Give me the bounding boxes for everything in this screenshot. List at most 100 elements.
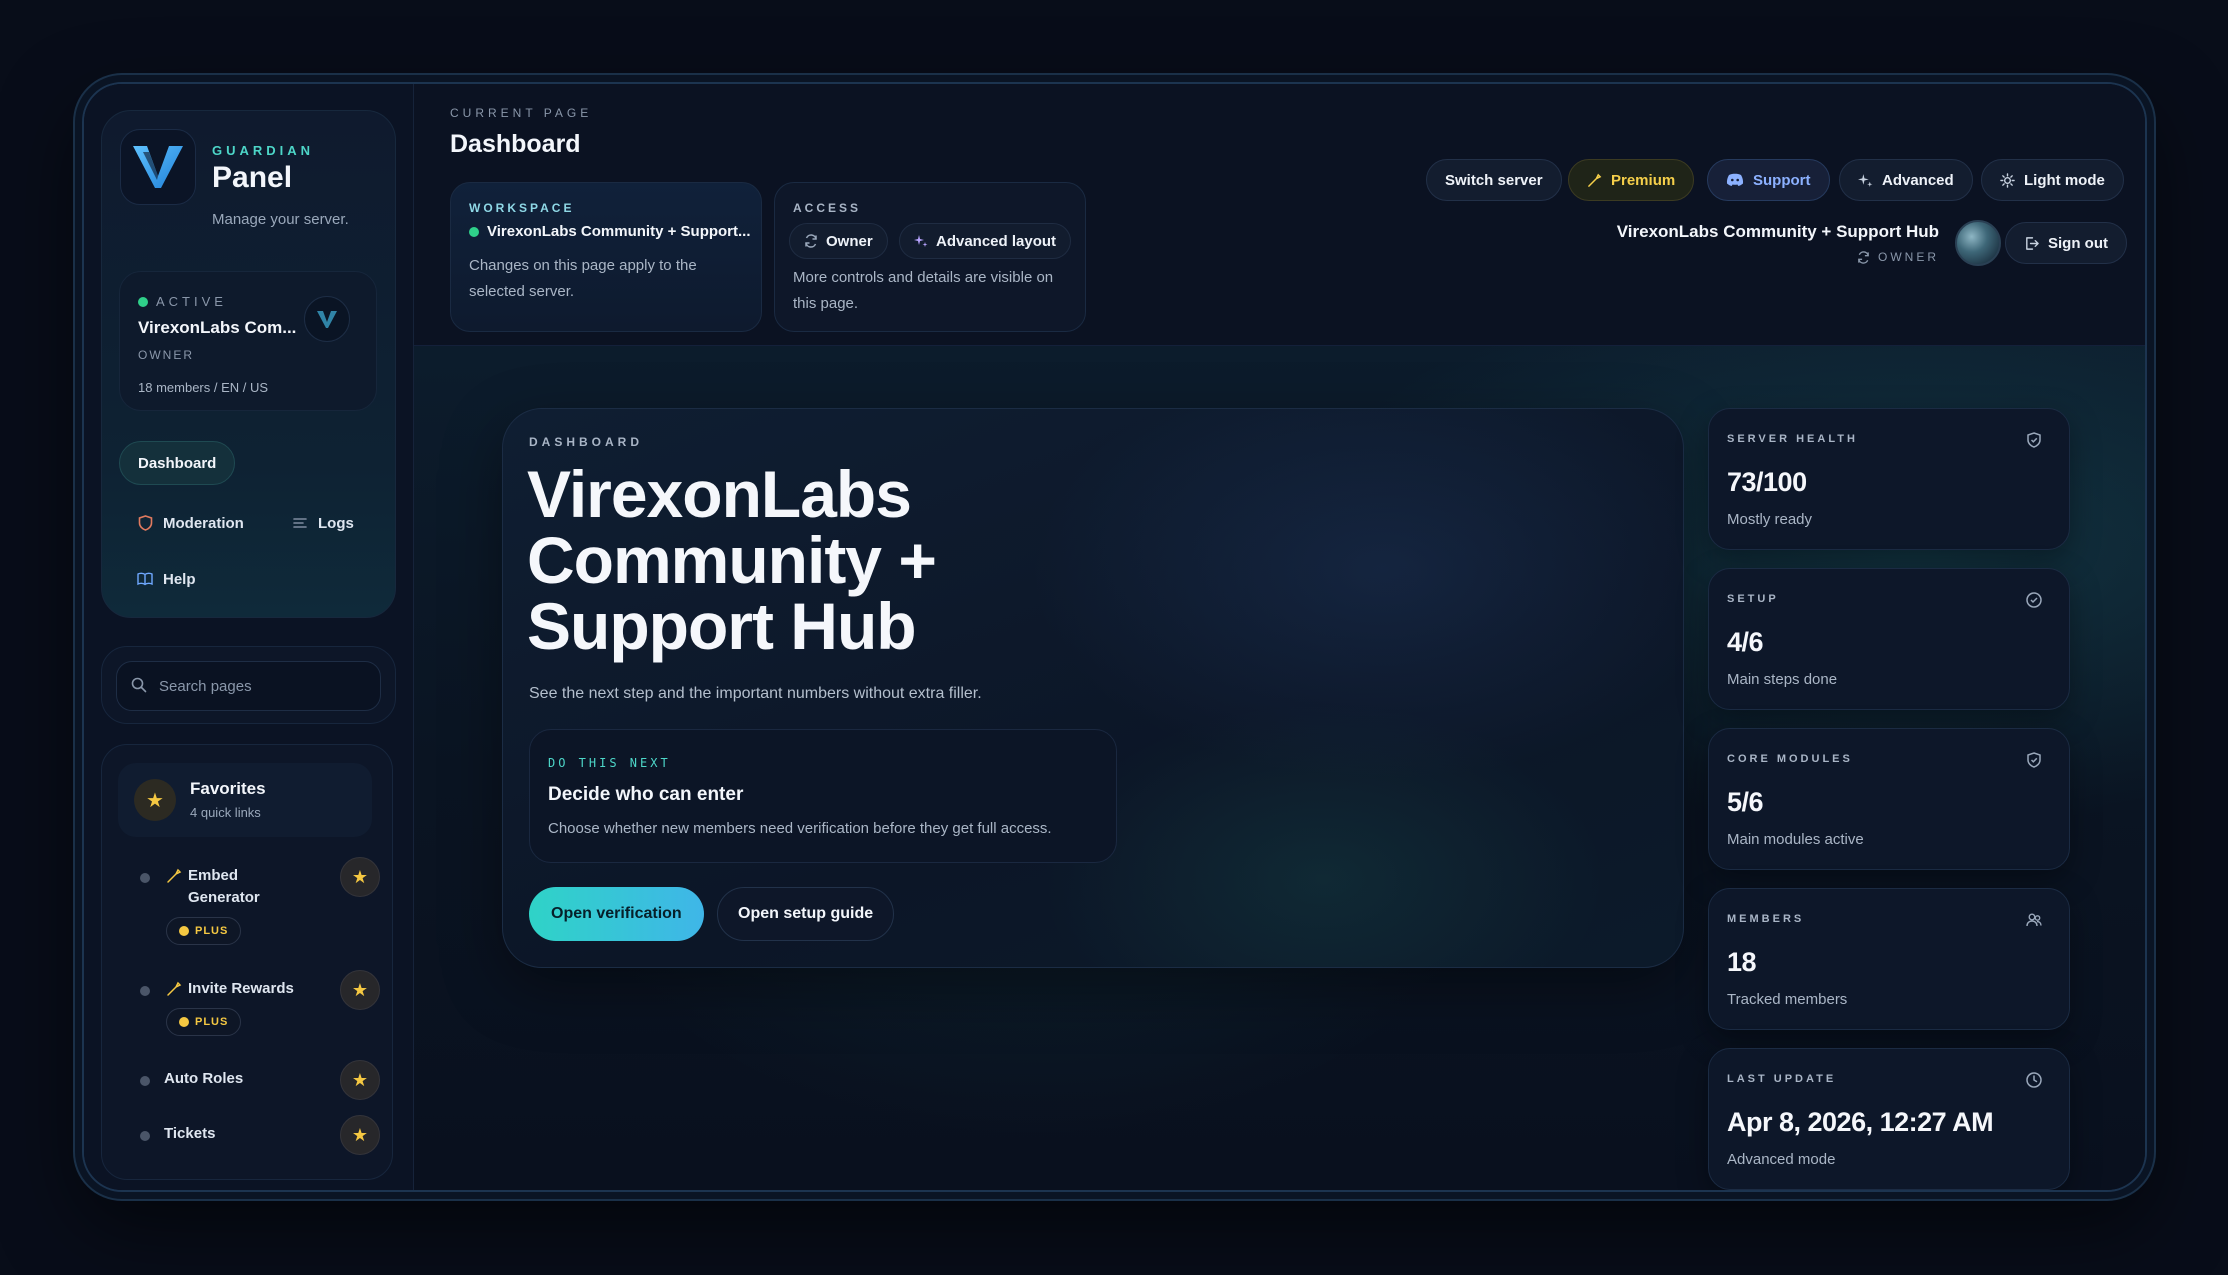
- header-server-name: VirexonLabs Community + Support Hub: [1616, 222, 1939, 241]
- logo: [120, 129, 196, 205]
- active-server-meta: 18 members / EN / US: [138, 380, 269, 395]
- favorite-item-label: Tickets: [164, 1125, 216, 1142]
- bullet-dot: [140, 873, 150, 883]
- favorite-item-label: Invite Rewards: [188, 980, 294, 997]
- nav-logs[interactable]: Logs: [274, 501, 372, 545]
- open-verification-button[interactable]: Open verification: [529, 887, 704, 941]
- refresh-icon: [805, 234, 817, 248]
- status-dot: [469, 226, 479, 237]
- sidebar: GUARDIAN Panel Manage your server. ACTIV…: [84, 84, 414, 1190]
- workspace-desc: Changes on this page apply to the select…: [469, 257, 697, 300]
- status-dot: [138, 296, 148, 307]
- refresh-icon: [1858, 250, 1869, 264]
- favorite-item-tickets[interactable]: Tickets ★: [140, 1115, 380, 1155]
- stat-card-core-modules: CORE MODULES 5/6 Main modules active: [1708, 728, 2070, 870]
- light-mode-label: Light mode: [2024, 171, 2105, 189]
- stat-value: 4/6: [1727, 627, 1764, 657]
- premium-label: Premium: [1611, 171, 1676, 189]
- sparkle-icon: [1858, 173, 1873, 187]
- stat-sub: Advanced mode: [1727, 1151, 1836, 1168]
- current-page-label: CURRENT PAGE: [450, 106, 593, 120]
- wand-icon: [1588, 173, 1602, 187]
- access-card: ACCESS Owner Advanced layout More contro…: [774, 182, 1086, 332]
- sign-out-icon: [2026, 236, 2039, 250]
- nav-help[interactable]: Help: [119, 557, 214, 601]
- sidebar-top-panel: GUARDIAN Panel Manage your server. ACTIV…: [101, 110, 396, 618]
- check-circle-icon: [2026, 592, 2042, 608]
- next-step-label: DO THIS NEXT: [548, 756, 671, 770]
- server-logo-icon: [304, 296, 350, 342]
- app-window: GUARDIAN Panel Manage your server. ACTIV…: [82, 82, 2147, 1192]
- search-icon: [131, 677, 147, 698]
- plus-badge-label: PLUS: [195, 1016, 229, 1028]
- users-icon: [2026, 913, 2042, 927]
- stat-card-members: MEMBERS 18 Tracked members: [1708, 888, 2070, 1030]
- main-content: DASHBOARD VirexonLabs Community + Suppor…: [414, 346, 2145, 1190]
- workspace-label: WORKSPACE: [469, 201, 575, 215]
- hero-card: DASHBOARD VirexonLabs Community + Suppor…: [502, 408, 1684, 968]
- favorites-header[interactable]: ★ Favorites 4 quick links: [118, 763, 372, 837]
- favorites-title: Favorites: [190, 779, 266, 798]
- workspace-name: VirexonLabs Community + Support...: [487, 223, 751, 240]
- favorite-item-label: Auto Roles: [164, 1070, 244, 1087]
- favorites-panel: ★ Favorites 4 quick links Embed Generato…: [101, 744, 393, 1180]
- hero-label: DASHBOARD: [529, 435, 643, 449]
- support-label: Support: [1753, 171, 1811, 189]
- light-mode-button[interactable]: Light mode: [1981, 159, 2124, 201]
- advanced-layout-pill: Advanced layout: [899, 223, 1072, 259]
- bullet-dot: [140, 1076, 150, 1086]
- stat-label: LAST UPDATE: [1727, 1073, 1837, 1085]
- stat-sub: Main modules active: [1727, 831, 1864, 848]
- stat-card-last-update: LAST UPDATE Apr 8, 2026, 12:27 AM Advanc…: [1708, 1048, 2070, 1190]
- shield-icon: [137, 515, 153, 531]
- active-server-card[interactable]: ACTIVE VirexonLabs Com... OWNER 18 membe…: [119, 271, 377, 411]
- owner-pill: Owner: [789, 223, 888, 259]
- nav-dashboard[interactable]: Dashboard: [119, 441, 236, 485]
- open-setup-guide-button[interactable]: Open setup guide: [717, 887, 895, 941]
- wand-icon: [167, 981, 182, 996]
- active-server-name: VirexonLabs Com...: [138, 318, 297, 337]
- search-panel: [101, 646, 396, 724]
- hero-title: VirexonLabs Community + Support Hub: [527, 457, 937, 663]
- workspace-card: WORKSPACE VirexonLabs Community + Suppor…: [450, 182, 762, 332]
- next-step-title: Decide who can enter: [548, 784, 744, 805]
- sparkle-icon: [914, 235, 928, 247]
- nav-logs-label: Logs: [318, 514, 354, 532]
- favorite-star-button[interactable]: ★: [340, 1115, 380, 1155]
- favorite-star-button[interactable]: ★: [340, 857, 380, 897]
- access-desc: More controls and details are visible on…: [793, 269, 1054, 312]
- support-button[interactable]: Support: [1707, 159, 1830, 201]
- search-input[interactable]: [116, 661, 381, 711]
- nav-dashboard-label: Dashboard: [138, 454, 217, 472]
- favorite-item-embed-generator[interactable]: Embed Generator ★ PLUS: [140, 857, 380, 955]
- stat-label: MEMBERS: [1727, 913, 1805, 925]
- favorite-item-auto-roles[interactable]: Auto Roles ★: [140, 1060, 380, 1100]
- brand-subtitle: Manage your server.: [212, 211, 349, 228]
- page-title: Dashboard: [450, 130, 581, 158]
- advanced-layout-label: Advanced layout: [936, 232, 1057, 250]
- star-icon: ★: [134, 779, 176, 821]
- nav-moderation-label: Moderation: [163, 514, 244, 532]
- favorite-item-label-line2: Generator: [188, 889, 260, 906]
- switch-server-button[interactable]: Switch server: [1426, 159, 1562, 201]
- advanced-button[interactable]: Advanced: [1839, 159, 1973, 201]
- stat-label: SETUP: [1727, 593, 1779, 605]
- avatar[interactable]: [1955, 220, 2001, 266]
- plus-badge: PLUS: [166, 917, 242, 945]
- next-step-desc: Choose whether new members need verifica…: [548, 820, 1052, 837]
- stat-sub: Mostly ready: [1727, 511, 1813, 528]
- premium-button[interactable]: Premium: [1568, 159, 1695, 201]
- nav-moderation[interactable]: Moderation: [119, 501, 262, 545]
- clock-icon: [2026, 1072, 2042, 1088]
- sign-out-button[interactable]: Sign out: [2005, 222, 2127, 264]
- favorite-item-label: Embed: [188, 867, 239, 884]
- active-label: ACTIVE: [156, 294, 227, 309]
- plus-badge: PLUS: [166, 1008, 242, 1036]
- favorite-star-button[interactable]: ★: [340, 1060, 380, 1100]
- stat-card-setup: SETUP 4/6 Main steps done: [1708, 568, 2070, 710]
- favorite-item-invite-rewards[interactable]: Invite Rewards ★ PLUS: [140, 970, 380, 1048]
- favorite-star-button[interactable]: ★: [340, 970, 380, 1010]
- brand-title: Panel: [212, 161, 293, 194]
- sign-out-label: Sign out: [2048, 234, 2108, 252]
- wand-icon: [167, 868, 182, 883]
